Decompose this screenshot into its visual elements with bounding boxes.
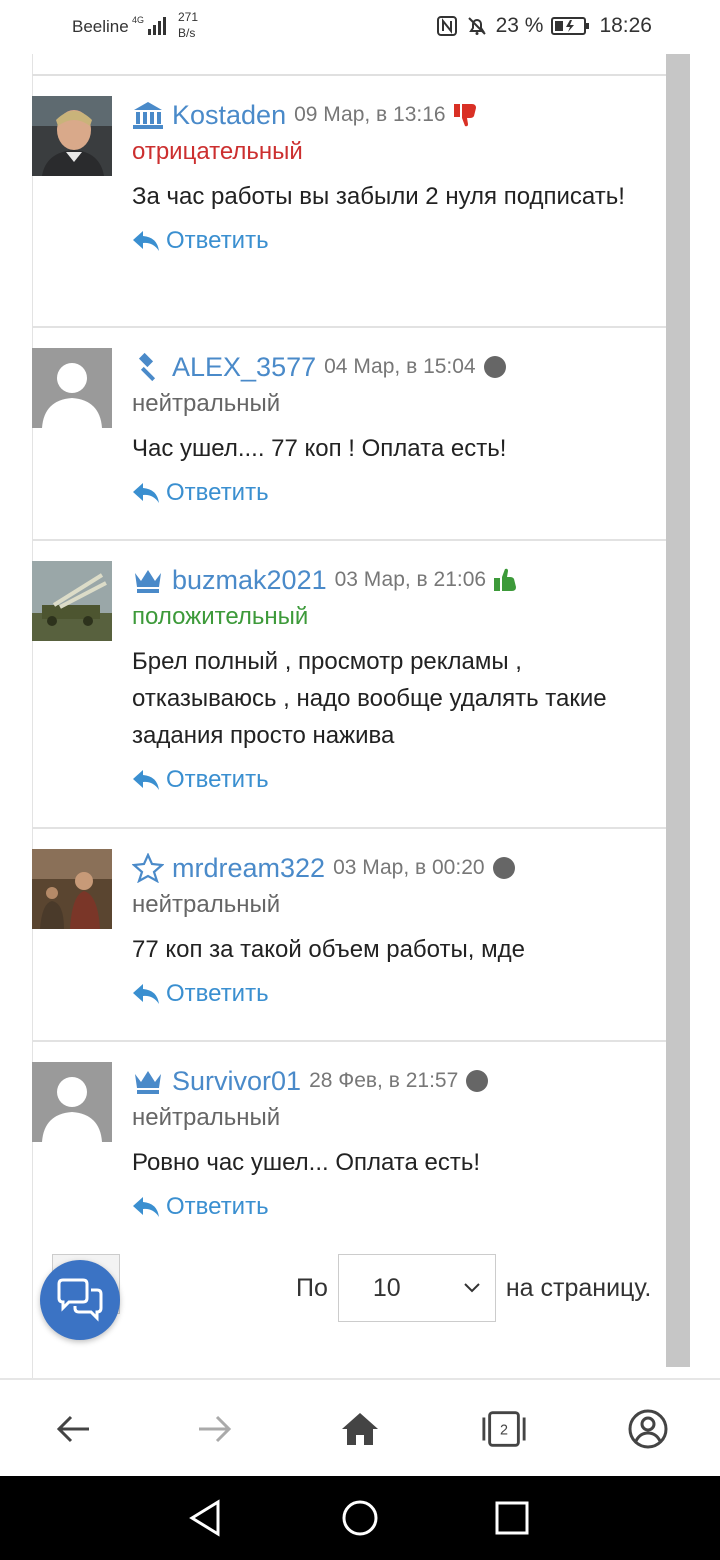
gavel-rank-icon xyxy=(138,352,156,382)
comment-text: 77 коп за такой объем работы, мде xyxy=(132,936,525,963)
reply-icon xyxy=(133,984,159,1004)
browser-toolbar: 2 xyxy=(0,1378,720,1476)
comment-item: Kostaden 09 Мар, в 13:16 отрицательный З… xyxy=(32,76,666,328)
comment-date: 03 Мар, в 00:20 xyxy=(333,856,485,879)
battery-percent: 23 % xyxy=(495,14,544,37)
comment-item: buzmak2021 03 Мар, в 21:06 положительный… xyxy=(32,541,666,829)
neutral-dot-icon xyxy=(466,1070,489,1092)
per-page-prefix: По xyxy=(296,1273,328,1302)
reply-label: Ответить xyxy=(166,980,269,1007)
reply-button[interactable]: Ответить xyxy=(132,980,652,1008)
nav-home-icon[interactable] xyxy=(340,1498,380,1538)
chat-bubbles-icon xyxy=(57,1278,103,1322)
username-link[interactable]: buzmak2021 xyxy=(172,565,327,596)
user-photo-icon xyxy=(32,561,112,641)
reply-icon xyxy=(133,483,159,503)
reply-label: Ответить xyxy=(166,766,269,793)
network-type: 4G xyxy=(132,15,144,25)
profile-button[interactable] xyxy=(625,1406,671,1452)
signal-icon: 4G xyxy=(132,15,166,35)
neutral-dot-icon xyxy=(483,356,506,378)
default-avatar-icon xyxy=(32,348,112,428)
tabs-button[interactable]: 2 xyxy=(481,1406,527,1452)
thumbs-down-icon xyxy=(453,104,476,127)
carrier-name: Beeline xyxy=(72,17,129,36)
comment-text: Ровно час ушел... Оплата есть! xyxy=(132,1149,481,1176)
network-speed: 271 B/s xyxy=(178,10,199,40)
comment-item: Survivor01 28 Фев, в 21:57 нейтральный Р… xyxy=(32,1042,666,1242)
rating-label: отрицательный xyxy=(132,138,303,165)
system-nav-bar xyxy=(0,1476,720,1560)
comment-text: Час ушел.... 77 коп ! Оплата есть! xyxy=(132,435,507,462)
avatar[interactable] xyxy=(32,849,112,929)
forward-button[interactable] xyxy=(192,1406,238,1452)
reply-button[interactable]: Ответить xyxy=(132,227,652,255)
reply-label: Ответить xyxy=(166,479,269,506)
star-rank-icon xyxy=(132,853,164,883)
comment-item: mrdream322 03 Мар, в 00:20 нейтральный 7… xyxy=(32,829,666,1042)
nav-back-icon[interactable] xyxy=(186,1498,226,1538)
comment-text: За час работы вы забыли 2 нуля подписать… xyxy=(132,183,625,210)
rating-label: нейтральный xyxy=(132,891,281,918)
username-link[interactable]: mrdream322 xyxy=(172,853,325,884)
nfc-icon xyxy=(436,16,457,36)
comment-date: 28 Фев, в 21:57 xyxy=(309,1069,459,1092)
user-photo-icon xyxy=(32,849,112,929)
account-icon xyxy=(628,1409,668,1449)
per-page-select[interactable]: 10 xyxy=(337,1254,496,1322)
bank-rank-icon xyxy=(133,102,163,129)
comments-page: Kostaden 09 Мар, в 13:16 отрицательный З… xyxy=(0,54,720,1378)
comment-date: 09 Мар, в 13:16 xyxy=(294,103,446,126)
rating-label: положительный xyxy=(132,603,309,630)
nav-recents-icon[interactable] xyxy=(492,1498,532,1538)
mute-bell-icon xyxy=(467,17,486,35)
chevron-down-icon xyxy=(464,1283,480,1293)
arrow-right-icon xyxy=(199,1415,232,1443)
reply-icon xyxy=(133,770,159,790)
reply-icon xyxy=(133,1197,159,1217)
reply-button[interactable]: Ответить xyxy=(132,1193,652,1221)
avatar[interactable] xyxy=(32,96,112,176)
username-link[interactable]: Kostaden xyxy=(172,100,286,131)
reply-button[interactable]: Ответить xyxy=(132,479,652,507)
per-page-control: По 10 на страницу. xyxy=(296,1254,651,1322)
arrow-left-icon xyxy=(56,1415,89,1443)
avatar[interactable] xyxy=(32,348,112,428)
comment-text: Брел полный , просмотр рекламы , отказыв… xyxy=(132,648,607,749)
tab-count: 2 xyxy=(500,1423,508,1439)
rating-label: нейтральный xyxy=(132,390,281,417)
battery-charging-icon xyxy=(551,17,590,35)
crown-rank-icon xyxy=(135,570,161,593)
per-page-suffix: на страницу. xyxy=(505,1273,652,1302)
comment-date: 04 Мар, в 15:04 xyxy=(324,355,476,378)
reply-label: Ответить xyxy=(166,227,269,254)
scrollbar[interactable] xyxy=(666,54,690,1367)
tabs-icon: 2 xyxy=(482,1411,526,1447)
rating-label: нейтральный xyxy=(132,1104,281,1131)
default-avatar-icon xyxy=(32,1062,112,1142)
avatar[interactable] xyxy=(32,561,112,641)
chat-button[interactable] xyxy=(40,1260,120,1340)
reply-label: Ответить xyxy=(166,1193,269,1220)
username-link[interactable]: ALEX_3577 xyxy=(172,352,316,383)
status-bar: Beeline 4G 271 B/s 23 % 18:26 xyxy=(0,0,720,54)
neutral-dot-icon xyxy=(492,857,515,879)
user-photo-icon xyxy=(32,96,112,176)
username-link[interactable]: Survivor01 xyxy=(172,1066,301,1097)
reply-button[interactable]: Ответить xyxy=(132,766,652,794)
reply-icon xyxy=(133,231,159,251)
per-page-value: 10 xyxy=(372,1273,401,1302)
crown-rank-icon xyxy=(135,1071,161,1094)
home-icon xyxy=(342,1413,378,1445)
comment-date: 03 Мар, в 21:06 xyxy=(334,568,487,591)
avatar[interactable] xyxy=(32,1062,112,1142)
clock: 18:26 xyxy=(599,14,652,37)
thumbs-up-icon xyxy=(494,568,517,591)
home-button[interactable] xyxy=(337,1406,383,1452)
comment-item: ALEX_3577 04 Мар, в 15:04 нейтральный Ча… xyxy=(32,328,666,541)
back-button[interactable] xyxy=(50,1406,96,1452)
